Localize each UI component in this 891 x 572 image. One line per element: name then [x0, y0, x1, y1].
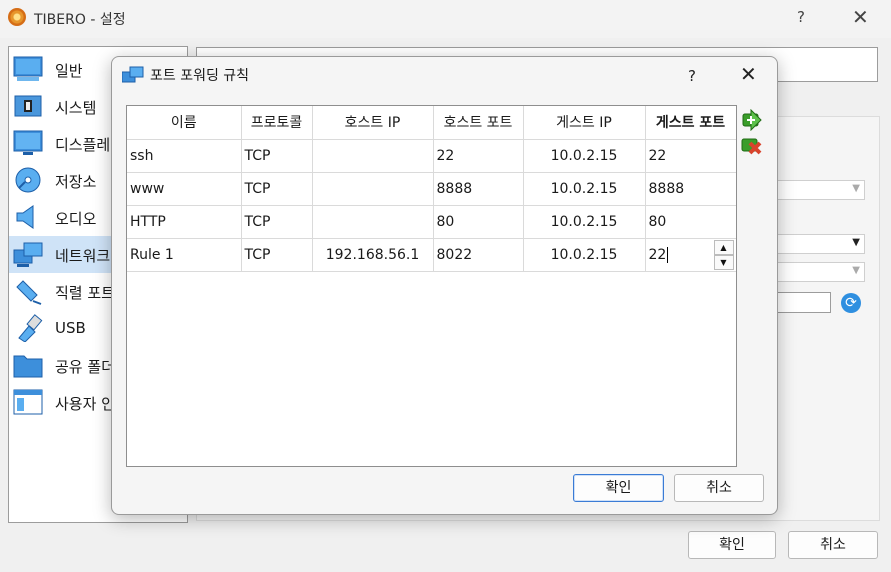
sidebar-item-label: 사용자 인	[55, 395, 115, 413]
sidebar-item-label: 네트워크	[55, 247, 111, 265]
guest-port-input[interactable]: 22	[649, 247, 667, 263]
chevron-down-icon: ▼	[852, 237, 860, 248]
cell-guest-port[interactable]: 22	[645, 139, 736, 173]
cell-host-port[interactable]: 8022	[433, 238, 524, 272]
cell-host-port[interactable]: 8888	[433, 172, 524, 206]
cell-name[interactable]: www	[127, 172, 242, 206]
rules-table: 이름 프로토콜 호스트 IP 호스트 포트 게스트 IP 게스트 포트 ssh …	[126, 105, 737, 467]
chip-icon	[14, 95, 42, 117]
column-header-host-port[interactable]: 호스트 포트	[433, 106, 524, 140]
column-header-protocol[interactable]: 프로토콜	[241, 106, 313, 140]
back-help-button[interactable]: ?	[797, 8, 805, 26]
add-rule-icon[interactable]	[740, 109, 762, 131]
disk-icon	[15, 167, 41, 193]
column-header-host-ip[interactable]: 호스트 IP	[312, 106, 434, 140]
virtualbox-app-icon	[8, 8, 26, 26]
network-icon	[122, 66, 144, 83]
sidebar-item-label: 저장소	[55, 173, 97, 191]
spin-buttons: ▲ ▼	[713, 239, 734, 270]
back-combo-attached-to[interactable]: ▼	[776, 234, 865, 254]
sidebar-item-label: 오디오	[55, 210, 97, 228]
column-header-guest-port[interactable]: 게스트 포트	[645, 106, 736, 140]
cell-guest-ip[interactable]: 10.0.2.15	[523, 238, 646, 272]
display-icon	[13, 130, 43, 155]
cell-host-port[interactable]: 22	[433, 139, 524, 173]
user-interface-icon	[13, 389, 43, 415]
dialog-title: 포트 포워딩 규칙	[150, 68, 250, 84]
cell-host-port[interactable]: 80	[433, 205, 524, 239]
refresh-icon[interactable]: ⟳	[841, 293, 861, 313]
dialog-help-button[interactable]: ?	[688, 67, 696, 85]
sidebar-item-label: 디스플레	[55, 136, 111, 154]
folder-icon	[13, 355, 43, 378]
table-row[interactable]: HTTP TCP 80 10.0.2.15 80	[127, 205, 736, 239]
cell-host-ip[interactable]	[312, 172, 434, 206]
cell-name[interactable]: ssh	[127, 139, 242, 173]
sidebar-item-label: 직렬 포트	[55, 284, 115, 302]
cell-protocol[interactable]: TCP	[241, 205, 313, 239]
cell-guest-port[interactable]: 8888	[645, 172, 736, 206]
spin-up-icon[interactable]: ▲	[713, 239, 734, 255]
table-row[interactable]: www TCP 8888 10.0.2.15 8888	[127, 172, 736, 206]
cell-guest-ip[interactable]: 10.0.2.15	[523, 205, 646, 239]
sidebar-item-label: 일반	[55, 62, 83, 80]
dialog-close-button[interactable]: ✕	[740, 62, 757, 86]
cell-host-ip[interactable]	[312, 205, 434, 239]
dialog-cancel-button[interactable]: 취소	[674, 474, 764, 502]
cell-name[interactable]: HTTP	[127, 205, 242, 239]
spin-down-icon[interactable]: ▼	[713, 254, 734, 270]
guest-port-spinbox[interactable]: 22 ▲ ▼	[645, 238, 736, 272]
sidebar-item-label: USB	[55, 319, 86, 337]
back-ok-button[interactable]: 확인	[688, 531, 776, 559]
table-row[interactable]: ssh TCP 22 10.0.2.15 22	[127, 139, 736, 173]
network-icon	[13, 242, 43, 267]
monitor-icon	[13, 56, 43, 81]
cell-protocol[interactable]: TCP	[241, 238, 313, 272]
speaker-icon	[16, 205, 34, 229]
text-caret	[667, 246, 669, 263]
table-header-row: 이름 프로토콜 호스트 IP 호스트 포트 게스트 IP 게스트 포트	[127, 106, 736, 140]
cell-guest-port[interactable]: 80	[645, 205, 736, 239]
serial-port-icon	[16, 280, 42, 305]
cell-protocol[interactable]: TCP	[241, 139, 313, 173]
usb-icon	[18, 314, 43, 342]
dialog-ok-button[interactable]: 확인	[573, 474, 664, 502]
remove-rule-icon[interactable]	[740, 135, 762, 157]
cell-guest-ip[interactable]: 10.0.2.15	[523, 172, 646, 206]
back-combo-disabled-2: ▼	[776, 262, 865, 282]
column-header-guest-ip[interactable]: 게스트 IP	[523, 106, 646, 140]
cell-host-ip[interactable]: 192.168.56.1	[312, 238, 434, 272]
back-mac-field[interactable]	[776, 292, 831, 313]
cell-host-ip[interactable]	[312, 139, 434, 173]
chevron-down-icon: ▼	[852, 265, 860, 276]
chevron-down-icon: ▼	[852, 183, 860, 194]
back-close-button[interactable]: ✕	[852, 5, 869, 29]
port-forwarding-dialog: 포트 포워딩 규칙 ? ✕ 이름 프로토콜 호스트 IP 호스트 포트 게스트 …	[111, 56, 778, 515]
sidebar-item-label: 시스템	[55, 99, 97, 117]
back-cancel-button[interactable]: 취소	[788, 531, 878, 559]
table-row-editing[interactable]: Rule 1 TCP 192.168.56.1 8022 10.0.2.15 2…	[127, 238, 736, 272]
cell-name[interactable]: Rule 1	[127, 238, 242, 272]
back-window-titlebar: TIBERO - 설정 ? ✕	[0, 0, 891, 38]
cell-guest-ip[interactable]: 10.0.2.15	[523, 139, 646, 173]
back-combo-disabled-1: ▼	[776, 180, 865, 200]
sidebar-item-label: 공유 폴더	[55, 358, 115, 376]
back-window-title: TIBERO - 설정	[34, 12, 126, 28]
cell-protocol[interactable]: TCP	[241, 172, 313, 206]
column-header-name[interactable]: 이름	[127, 106, 242, 140]
